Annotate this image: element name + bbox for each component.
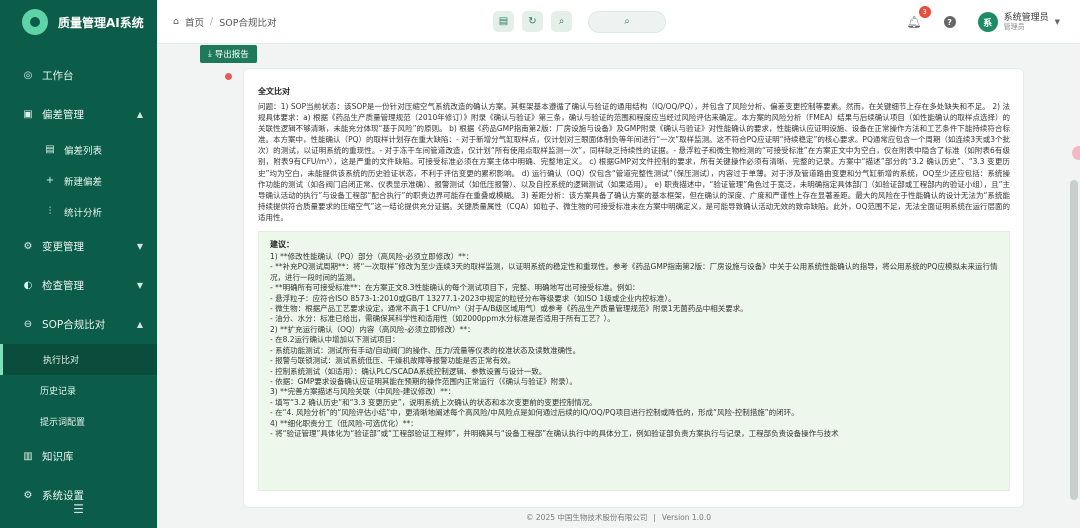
suggestion-line: - **补充PQ测试周期**：将“一次取样”修改为至少连续3天的取样监测，以证明… <box>270 262 998 282</box>
report-title: 全文比对 <box>258 87 290 96</box>
list-icon: ▤ <box>45 144 55 155</box>
suggestion-line: - 填写“3.2 确认历史”和“3.3 变更历史”，说明系统上次确认的状态和本次… <box>270 397 597 407</box>
sidebar-item-label: 偏差列表 <box>64 145 103 157</box>
deviation-icon: ▣ <box>23 109 33 120</box>
chevron-down-icon: ▼ <box>136 281 143 290</box>
report-question: 问题：1) SOP当前状态：该SOP是一份针对压缩空气系统改造的确认方案。其框架… <box>258 102 1010 222</box>
suggestion-line: - 油分、水分：标准已给出，需确保其科学性和适用性（如2000ppm水分标准是否… <box>270 314 615 324</box>
suggestion-line: - 系统功能测试：测试所有手动/自动阀门的操作、压力/流量等仪表的校准状态及读数… <box>270 345 581 355</box>
user-role: 管理员 <box>1003 22 1025 31</box>
sop-icon: ⊖ <box>23 319 33 330</box>
plus-icon: + <box>45 175 55 186</box>
refresh-icon[interactable]: ↻ <box>522 11 543 32</box>
breadcrumb-current: SOP合规比对 <box>219 17 277 29</box>
avatar: 系 <box>977 12 998 32</box>
sidebar-item-label: 新建偏差 <box>64 176 103 188</box>
dashboard-icon: ◎ <box>23 70 33 81</box>
sidebar-item-deviation[interactable]: ▣ 偏差管理 ▲ <box>0 95 157 134</box>
sidebar-item-statistics[interactable]: ⫶ 统计分析 <box>0 196 157 227</box>
sidebar-item-label: SOP合规比对 <box>42 319 106 331</box>
suggestion-line: - 依据：GMP要求设备确认应证明其能在预期的操作范围内正常运行（《确认与验证》… <box>270 376 577 386</box>
user-name: 系统管理员 <box>1003 12 1049 23</box>
topbar: ⌂ 首页 / SOP合规比对 ▤ ↻ ⌕ ⌕ 🔔︎ 3 ? 系 系统管理员 管理… <box>157 0 1080 44</box>
sidebar-item-label: 检查管理 <box>42 280 84 292</box>
sidebar-item-change[interactable]: ⚙ 变更管理 ▼ <box>0 227 157 266</box>
report-card: 全文比对 问题：1) SOP当前状态：该SOP是一份针对压缩空气系统改造的确认方… <box>243 68 1024 508</box>
footer: © 2025 中国生物技术股份有限公司 | Version 1.0.0 <box>157 506 1080 528</box>
toolbar: ▤ ↻ ⌕ <box>493 11 572 32</box>
breadcrumb-home[interactable]: 首页 <box>185 15 204 29</box>
breadcrumb-separator: / <box>210 16 214 27</box>
brand-logo <box>22 9 48 35</box>
chevron-down-icon: ▼ <box>136 242 143 251</box>
user-menu[interactable]: 系 系统管理员 管理员 ▼ <box>977 12 1060 32</box>
suggestion-line: - 悬浮粒子：应符合ISO 8573-1:2010或GB/T 13277.1-2… <box>270 293 676 303</box>
chevron-up-icon: ▲ <box>136 320 143 329</box>
suggestion-line: 3) **完善方案描述与风险关联（中风险-建议修改）**： <box>270 387 456 397</box>
menu-icon[interactable]: ☰ <box>0 502 157 516</box>
bell-icon[interactable]: 🔔︎ 3 <box>906 6 931 29</box>
suggestion-line: - 将“验证管理”具体化为“验证部”或“工程部验证工程师”，并明确其与“设备工程… <box>270 428 839 438</box>
export-report-button[interactable]: ⤓ 导出报告 <box>200 45 257 63</box>
notification-badge: 3 <box>918 6 931 18</box>
sidebar-item-label: 执行比对 <box>43 356 80 366</box>
brand: 质量管理AI系统 <box>0 0 157 44</box>
gear-icon: ⚙ <box>23 490 33 501</box>
suggestion-line: - 报警与联锁测试：测试系统低压、干燥机故障等报警功能是否正常有效。 <box>270 356 516 366</box>
top-right: 🔔︎ 3 ? 系 系统管理员 管理员 ▼ <box>906 0 1060 44</box>
sidebar-item-label: 提示词配置 <box>40 418 86 428</box>
suggestion-line: 2) **扩充运行确认（OQ）内容（高风险-必须立即修改）**： <box>270 324 475 334</box>
sidebar-item-label: 统计分析 <box>64 207 103 219</box>
home-icon: ⌂ <box>173 16 180 27</box>
suggestion-line: - 在8.2运行确认中增加以下测试项目： <box>270 335 400 345</box>
version: Version 1.0.0 <box>661 512 711 522</box>
book-icon: ▥ <box>23 451 33 462</box>
scrollbar[interactable] <box>1070 180 1078 500</box>
sidebar-item-label: 知识库 <box>42 451 74 463</box>
suggestion-line: 4) **细化职责分工（低风险-可选优化）**： <box>270 418 418 428</box>
chevron-down-icon: ▼ <box>1054 18 1060 26</box>
export-label: 导出报告 <box>214 50 249 60</box>
suggestion-line: - 在“4. 风险分析”的“风险评估小结”中，更清晰地阐述每个高风险/中风险点是… <box>270 408 799 418</box>
sidebar-item-execute-compare[interactable]: 执行比对 <box>0 344 157 375</box>
inspect-icon: ◐ <box>23 280 33 291</box>
help-icon[interactable]: ? <box>943 16 956 28</box>
suggestion-title: 建议： <box>270 240 294 250</box>
sidebar-item-label: 工作台 <box>42 70 74 82</box>
suggestion-line: - 微生物：根据产品工艺要求设定，通常不高于1 CFU/m³（对于A/B级区域用… <box>270 304 748 314</box>
suggestion-line: - **明确所有可接受标准**：在方案正文8.3性能确认的每个测试项目下，完整、… <box>270 283 640 293</box>
sidebar-item-prompt-config[interactable]: 提示词配置 <box>0 406 157 437</box>
copyright: © 2025 中国生物技术股份有限公司 <box>526 512 648 522</box>
suggestion-line: 1) **修改性能确认（PQ）部分（高风险-必须立即修改）**： <box>270 252 474 262</box>
suggestion-line: - 控制系统测试（如适用）：确认PLC/SCADA系统控制逻辑、参数设置与设计一… <box>270 366 547 376</box>
sidebar-item-dashboard[interactable]: ◎ 工作台 <box>0 56 157 95</box>
sidebar-item-label: 偏差管理 <box>42 109 84 121</box>
sidebar: 质量管理AI系统 ◎ 工作台 ▣ 偏差管理 ▲ ▤ 偏差列表 + 新建偏差 ⫶ … <box>0 0 157 528</box>
suggestion-box: 建议： 1) **修改性能确认（PQ）部分（高风险-必须立即修改）**： - *… <box>258 231 1010 492</box>
chevron-up-icon: ▲ <box>136 110 143 119</box>
main-content: ⤓ 导出报告 全文比对 问题：1) SOP当前状态：该SOP是一份针对压缩空气系… <box>157 44 1080 528</box>
sidebar-item-knowledge[interactable]: ▥ 知识库 <box>0 437 157 476</box>
sidebar-item-label: 变更管理 <box>42 241 84 253</box>
chart-icon: ⫶ <box>48 206 52 217</box>
sidebar-item-sop[interactable]: ⊖ SOP合规比对 ▲ <box>0 305 157 344</box>
sidebar-item-inspection[interactable]: ◐ 检查管理 ▼ <box>0 266 157 305</box>
sidebar-item-history[interactable]: 历史记录 <box>0 375 157 406</box>
download-icon: ⤓ <box>208 49 212 59</box>
search-input[interactable]: ⌕ <box>588 10 666 33</box>
footer-separator: | <box>653 512 656 522</box>
document-icon[interactable]: ▤ <box>493 11 514 32</box>
brand-title: 质量管理AI系统 <box>58 15 144 30</box>
side-drawer-handle[interactable] <box>1072 146 1080 160</box>
status-dot <box>225 73 232 80</box>
sidebar-item-new-deviation[interactable]: + 新建偏差 <box>0 165 157 196</box>
sidebar-item-deviation-list[interactable]: ▤ 偏差列表 <box>0 134 157 165</box>
change-icon: ⚙ <box>23 241 33 252</box>
sidebar-item-label: 系统设置 <box>42 490 84 502</box>
breadcrumb: ⌂ 首页 / SOP合规比对 <box>173 15 493 29</box>
search-icon[interactable]: ⌕ <box>551 11 572 32</box>
sidebar-nav: ◎ 工作台 ▣ 偏差管理 ▲ ▤ 偏差列表 + 新建偏差 ⫶ 统计分析 ⚙ 变更… <box>0 56 157 515</box>
sidebar-item-label: 历史记录 <box>40 387 77 397</box>
search-icon: ⌕ <box>624 16 630 27</box>
